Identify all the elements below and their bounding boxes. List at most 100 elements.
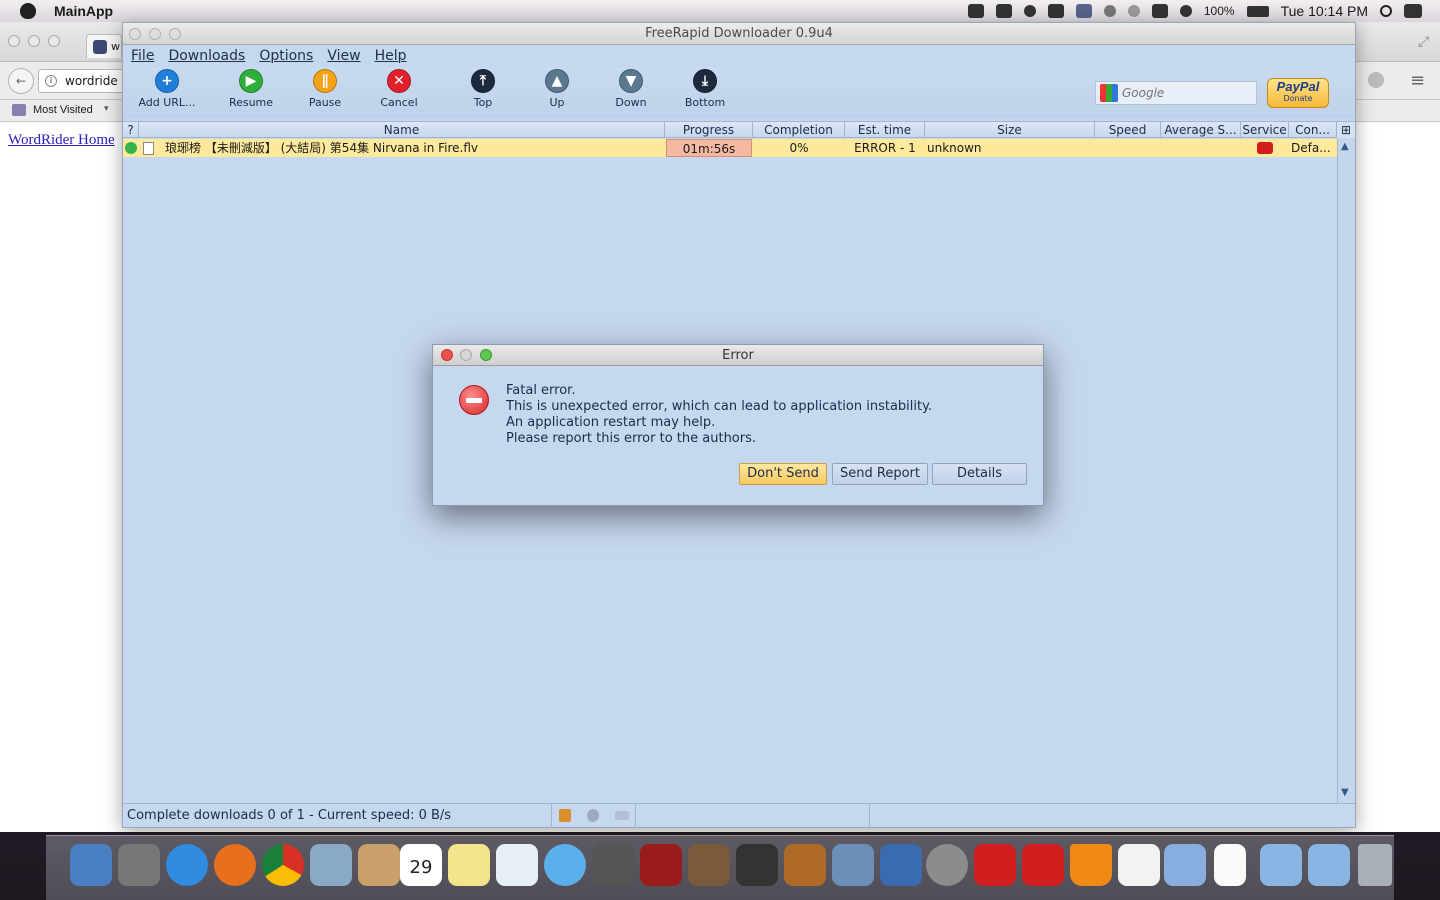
details-button[interactable]: Details	[932, 463, 1027, 485]
browser-minimize-button[interactable]	[28, 35, 40, 47]
scroll-down-icon[interactable]: ▼	[1341, 787, 1349, 798]
cancel-button[interactable]: ✕ Cancel	[364, 69, 434, 109]
back-button[interactable]: ←	[8, 68, 34, 94]
apple-menu-icon[interactable]	[20, 3, 36, 19]
col-header-avg-speed[interactable]: Average S...	[1161, 122, 1241, 138]
wordrider-home-link[interactable]: WordRider Home	[8, 132, 115, 149]
avira-icon[interactable]	[974, 844, 1016, 886]
garageband-icon[interactable]	[784, 844, 826, 886]
volume-icon[interactable]	[1179, 5, 1192, 17]
scroll-up-icon[interactable]: ▲	[1341, 141, 1349, 152]
browser-tab[interactable]: w	[86, 34, 122, 58]
dialog-minimize-button[interactable]	[460, 349, 472, 361]
iphoto-icon[interactable]	[688, 844, 730, 886]
app-zoom-button[interactable]	[169, 28, 181, 40]
url-field[interactable]: i wordride	[38, 69, 128, 93]
browser-close-button[interactable]	[8, 35, 20, 47]
col-header-completion[interactable]: Completion	[753, 122, 845, 138]
calendar-icon[interactable]: 29	[400, 844, 442, 886]
document-icon[interactable]	[1214, 844, 1246, 886]
table-scrollbar[interactable]: ▲ ▼	[1337, 139, 1355, 803]
clock[interactable]: Tue 10:14 PM	[1281, 3, 1368, 19]
imovie-icon[interactable]	[736, 844, 778, 886]
dialog-zoom-button[interactable]	[480, 349, 492, 361]
photo-booth-icon[interactable]	[640, 844, 682, 886]
contacts-icon[interactable]	[358, 844, 400, 886]
clipboard-monitor-icon[interactable]	[559, 809, 571, 822]
col-header-size[interactable]: Size	[925, 122, 1095, 138]
col-header-state[interactable]: ?	[123, 122, 139, 138]
pause-button[interactable]: ∥ Pause	[290, 69, 360, 109]
mail-icon[interactable]	[310, 844, 352, 886]
paypal-donate-button[interactable]: PayPal Donate	[1267, 78, 1329, 108]
time-machine-icon[interactable]	[1103, 5, 1116, 17]
resume-button[interactable]: ▶ Resume	[216, 69, 286, 109]
firefox-icon[interactable]	[214, 844, 256, 886]
move-up-button[interactable]: ▲ Up	[522, 69, 592, 109]
menu-downloads[interactable]: Downloads	[168, 48, 245, 64]
messages-icon[interactable]	[544, 844, 586, 886]
migration-icon[interactable]	[880, 844, 922, 886]
site-info-icon[interactable]: i	[45, 75, 57, 87]
dont-send-button[interactable]: Don't Send	[739, 463, 827, 485]
sound-icon[interactable]	[587, 809, 599, 822]
move-down-button[interactable]: ▼ Down	[596, 69, 666, 109]
bluetooth-icon[interactable]	[1127, 5, 1140, 17]
browser-menu-icon[interactable]: ≡	[1410, 70, 1425, 91]
fullscreen-icon[interactable]: ⤢	[1418, 34, 1429, 50]
download-status-icon[interactable]	[1075, 4, 1092, 18]
dropbox-icon[interactable]	[1047, 4, 1064, 18]
error-stop-icon	[459, 385, 489, 415]
dialog-close-button[interactable]	[441, 349, 453, 361]
notes-icon[interactable]	[448, 844, 490, 886]
browser-zoom-button[interactable]	[48, 35, 60, 47]
folder-icon[interactable]	[1260, 844, 1302, 886]
chrome-icon[interactable]	[262, 844, 304, 886]
move-bottom-button[interactable]: ⤓ Bottom	[670, 69, 740, 109]
cancel-x-icon: ✕	[387, 69, 411, 93]
col-header-progress[interactable]: Progress	[665, 122, 753, 138]
menu-view[interactable]: View	[327, 48, 360, 64]
menu-help[interactable]: Help	[375, 48, 407, 64]
spotlight-search-icon[interactable]	[1380, 5, 1392, 17]
col-header-speed[interactable]: Speed	[1095, 122, 1161, 138]
menu-file[interactable]: File	[131, 48, 154, 64]
column-chooser-icon[interactable]: ⊞	[1337, 122, 1355, 138]
google-search-input[interactable]	[1122, 86, 1242, 100]
app-minimize-button[interactable]	[149, 28, 161, 40]
addon-icon[interactable]	[1368, 72, 1384, 88]
battery-percent[interactable]: 100%	[1204, 4, 1235, 18]
avira-status-icon[interactable]	[967, 4, 984, 18]
add-url-button[interactable]: + Add URL...	[132, 69, 202, 109]
reminders-icon[interactable]	[496, 844, 538, 886]
facetime-icon[interactable]	[592, 844, 634, 886]
app-close-button[interactable]	[129, 28, 141, 40]
downloads-folder-icon[interactable]	[1308, 844, 1350, 886]
java-icon[interactable]	[1118, 844, 1160, 886]
send-report-button[interactable]: Send Report	[832, 463, 928, 485]
launchpad-icon[interactable]	[118, 844, 160, 886]
table-row[interactable]: 琅琊榜 【未刪減版】 (大結局) 第54集 Nirvana in Fire.fl…	[123, 139, 1337, 157]
finder-icon[interactable]	[70, 844, 112, 886]
most-visited-bookmark[interactable]: Most Visited	[33, 104, 93, 116]
vlc-icon[interactable]	[1070, 844, 1112, 886]
menu-options[interactable]: Options	[259, 48, 313, 64]
preview-icon[interactable]	[832, 844, 874, 886]
drive-status-icon[interactable]	[995, 4, 1012, 18]
active-app-name[interactable]: MainApp	[54, 3, 113, 19]
connection-icon[interactable]	[615, 811, 629, 820]
trash-icon[interactable]	[1358, 844, 1392, 886]
b-status-icon[interactable]	[1023, 5, 1036, 17]
system-preferences-icon[interactable]	[926, 844, 968, 886]
applications-folder-icon[interactable]	[1164, 844, 1206, 886]
col-header-name[interactable]: Name	[139, 122, 665, 138]
wifi-icon[interactable]	[1151, 4, 1168, 18]
app-store-icon[interactable]	[166, 844, 208, 886]
battery-icon[interactable]	[1246, 5, 1269, 17]
col-header-est-time[interactable]: Est. time	[845, 122, 925, 138]
avira-2-icon[interactable]	[1022, 844, 1064, 886]
col-header-connection[interactable]: Con...	[1289, 122, 1337, 138]
col-header-service[interactable]: Service	[1241, 122, 1289, 138]
move-top-button[interactable]: ⤒ Top	[448, 69, 518, 109]
notification-center-icon[interactable]	[1404, 4, 1422, 18]
